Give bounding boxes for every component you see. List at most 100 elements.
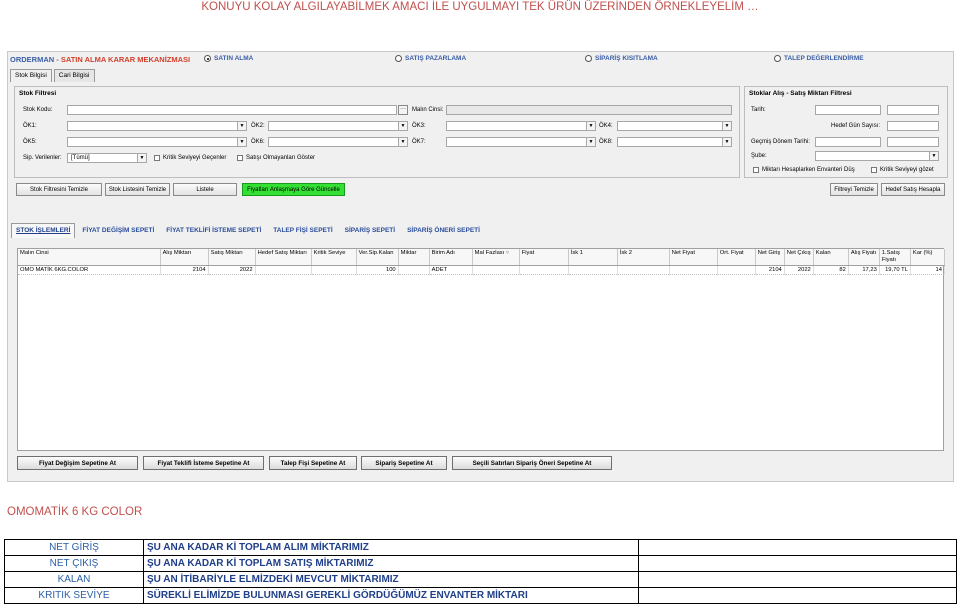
fiyat-teklifi-isteme-sepetine-at-button[interactable]: Fiyat Teklifi İsteme Sepetine At: [143, 456, 264, 470]
col-header[interactable]: Hedef Satış Miktarı: [255, 249, 312, 266]
ok1-select[interactable]: ▼: [67, 121, 247, 131]
chevron-down-icon: ▼: [586, 138, 595, 146]
cell-ort-fiyat: [717, 265, 756, 275]
cell-kritik-seviye: [311, 265, 357, 275]
cell-mal-fazlasi: [472, 265, 520, 275]
filter-icon[interactable]: ▿: [506, 250, 509, 256]
mode-radio-satis-pazarlama[interactable]: SATIŞ PAZARLAMA: [395, 55, 466, 62]
ok6-label: ÖK6:: [251, 139, 265, 145]
gecmis-donem-input[interactable]: [815, 137, 881, 147]
col-header[interactable]: Alış Miktarı: [160, 249, 209, 266]
talep-fisi-sepetine-at-button[interactable]: Talep Fişi Sepetine At: [269, 456, 357, 470]
mode-label: TALEP DEĞERLENDİRME: [784, 55, 864, 62]
col-header[interactable]: Net Giriş: [755, 249, 785, 266]
legend-key: KRITIK SEVİYE: [4, 587, 144, 604]
tab-fiyat-teklifi-isteme-sepeti[interactable]: FİYAT TEKLİFİ İSTEME SEPETİ: [161, 223, 266, 238]
malin-cinsi-field: [446, 105, 732, 115]
sip-verilenler-value: [Tümü]: [71, 155, 90, 161]
hedef-satis-hesapla-button[interactable]: Hedef Satış Hesapla: [881, 183, 945, 196]
tab-cari-bilgisi[interactable]: Cari Bilgisi: [53, 69, 95, 82]
ok5-select[interactable]: ▼: [67, 137, 247, 147]
checkbox-label: Miktarı Hesaplarken Envanteri Düş: [762, 167, 855, 173]
checkbox-label: Kritik Seviyeyi gözet: [880, 167, 934, 173]
col-header[interactable]: Birim Adı: [429, 249, 473, 266]
legend-desc: ŞU ANA KADAR Kİ TOPLAM SATIŞ MİKTARIMIZ: [143, 555, 639, 572]
col-header-mal-fazlasi[interactable]: Mal Fazlası ▿: [472, 249, 520, 266]
mode-label: SİPARİŞ KISITLAMA: [595, 55, 658, 62]
col-header[interactable]: Alış Fiyatı: [848, 249, 880, 266]
col-header[interactable]: Net Çıkış: [784, 249, 814, 266]
tab-siparis-oneri-sepeti[interactable]: SİPARİŞ ÖNERİ SEPETİ: [402, 223, 485, 238]
stok-kodu-input[interactable]: [67, 105, 397, 115]
ok8-select[interactable]: ▼: [617, 137, 732, 147]
hedef-gun-label: Hedef Gün Sayısı:: [831, 123, 881, 129]
hedef-gun-input[interactable]: [887, 121, 939, 131]
fiyat-degisim-sepetine-at-button[interactable]: Fiyat Değişim Sepetine At: [17, 456, 138, 470]
sales-filter-title: Stoklar Alış - Satış Miktarı Filtresi: [749, 90, 852, 97]
cell-miktar: [398, 265, 430, 275]
stok-filtresini-temizle-button[interactable]: Stok Filtresini Temizle: [16, 183, 102, 196]
kritik-seviyeyi-gozet-checkbox[interactable]: Kritik Seviyeyi gözet: [871, 167, 934, 173]
envanteri-dus-checkbox[interactable]: Miktarı Hesaplarken Envanteri Düş: [753, 167, 855, 173]
chevron-down-icon: ▼: [237, 138, 246, 146]
ok7-select[interactable]: ▼: [446, 137, 596, 147]
siparis-oneri-sepetine-at-button[interactable]: Seçili Satırları Sipariş Öneri Sepetine …: [452, 456, 612, 470]
col-header[interactable]: Satış Miktarı: [208, 249, 256, 266]
tab-stok-bilgisi[interactable]: Stok Bilgisi: [10, 69, 52, 82]
col-header[interactable]: Net Fiyat: [669, 249, 718, 266]
cell-net-giris: 2104: [755, 265, 785, 275]
cell-satis-fiyati: 19,70 TL: [879, 265, 911, 275]
satisi-olmayanlari-goster-checkbox[interactable]: Satışı Olmayanları Göster: [237, 155, 315, 161]
mode-radio-talep-degerlendirme[interactable]: TALEP DEĞERLENDİRME: [774, 55, 864, 62]
stok-kodu-lookup-button[interactable]: ···: [398, 105, 408, 115]
ok7-label: ÖK7:: [412, 139, 426, 145]
cell-birim-adi: ADET: [429, 265, 473, 275]
legend-key: NET GİRİŞ: [4, 539, 144, 556]
filtreyi-temizle-button[interactable]: Filtreyi Temizle: [830, 183, 878, 196]
col-header[interactable]: Malın Cinsi: [18, 249, 161, 266]
tarih-input[interactable]: [815, 105, 881, 115]
tab-fiyat-degisim-sepeti[interactable]: FİYAT DEĞİŞİM SEPETİ: [77, 223, 159, 238]
app-title-accent: - SATIN ALMA KARAR MEKANİZMASI: [54, 55, 191, 64]
radio-icon: [774, 55, 781, 62]
tab-talep-fisi-sepeti[interactable]: TALEP FİŞİ SEPETİ: [268, 223, 337, 238]
fiyatlari-guncelle-button[interactable]: Fiyatları Anlaşmaya Göre Güncelle: [242, 183, 345, 196]
ok6-select[interactable]: ▼: [268, 137, 408, 147]
sip-verilenler-label: Sip. Verilenler:: [23, 155, 62, 161]
cell-alis-fiyati: 17,23: [848, 265, 880, 275]
sip-verilenler-select[interactable]: [Tümü] ▼: [67, 153, 147, 163]
chevron-down-icon: ▼: [722, 138, 731, 146]
col-header[interactable]: Fiyat: [519, 249, 569, 266]
ok4-select[interactable]: ▼: [617, 121, 732, 131]
mode-radio-satin-alma[interactable]: SATIN ALMA: [204, 55, 253, 62]
stock-grid-table: Malın Cinsi Alış Miktarı Satış Miktarı H…: [18, 249, 946, 275]
stock-grid: Malın Cinsi Alış Miktarı Satış Miktarı H…: [17, 248, 946, 451]
legend-table: NET GİRİŞ ŞU ANA KADAR Kİ TOPLAM ALIM Mİ…: [4, 539, 957, 604]
mode-bar: ORDERMAN - SATIN ALMA KARAR MEKANİZMASI …: [8, 52, 953, 68]
col-header[interactable]: İsk 1: [568, 249, 618, 266]
mode-radio-siparis-kisitlama[interactable]: SİPARİŞ KISITLAMA: [585, 55, 658, 62]
col-header[interactable]: Kar (%): [910, 249, 946, 266]
siparis-sepetine-at-button[interactable]: Sipariş Sepetine At: [361, 456, 447, 470]
tab-siparis-sepeti[interactable]: SİPARİŞ SEPETİ: [340, 223, 400, 238]
stok-listesini-temizle-button[interactable]: Stok Listesini Temizle: [105, 183, 170, 196]
listele-button[interactable]: Listele: [173, 183, 237, 196]
gecmis-donem-input-2[interactable]: [887, 137, 939, 147]
kritik-seviyeyi-gecenler-checkbox[interactable]: Kritik Seviyeyi Geçenler: [154, 155, 226, 161]
col-header[interactable]: İsk 2: [617, 249, 670, 266]
top-tabs: Stok Bilgisi Cari Bilgisi: [10, 69, 95, 82]
tarih-input-2[interactable]: [887, 105, 939, 115]
cell-fiyat: [519, 265, 569, 275]
col-header[interactable]: Kalan: [813, 249, 849, 266]
ok2-select[interactable]: ▼: [268, 121, 408, 131]
tab-stok-islemleri[interactable]: STOK İŞLEMLERİ: [11, 223, 76, 238]
col-header[interactable]: Miktar: [398, 249, 430, 266]
col-header[interactable]: Ort. Fiyat: [717, 249, 756, 266]
col-header[interactable]: 1.Satış Fiyatı: [879, 249, 911, 266]
sube-select[interactable]: ▼: [815, 151, 939, 161]
col-header[interactable]: Kritik Seviye: [311, 249, 357, 266]
table-row[interactable]: OMO MATİK 6KG.COLOR 2104 2022 100 ADET 2…: [18, 265, 946, 275]
sube-label: Şube:: [751, 153, 767, 159]
col-header[interactable]: Ver.Sip.Kalan: [356, 249, 399, 266]
ok3-select[interactable]: ▼: [446, 121, 596, 131]
